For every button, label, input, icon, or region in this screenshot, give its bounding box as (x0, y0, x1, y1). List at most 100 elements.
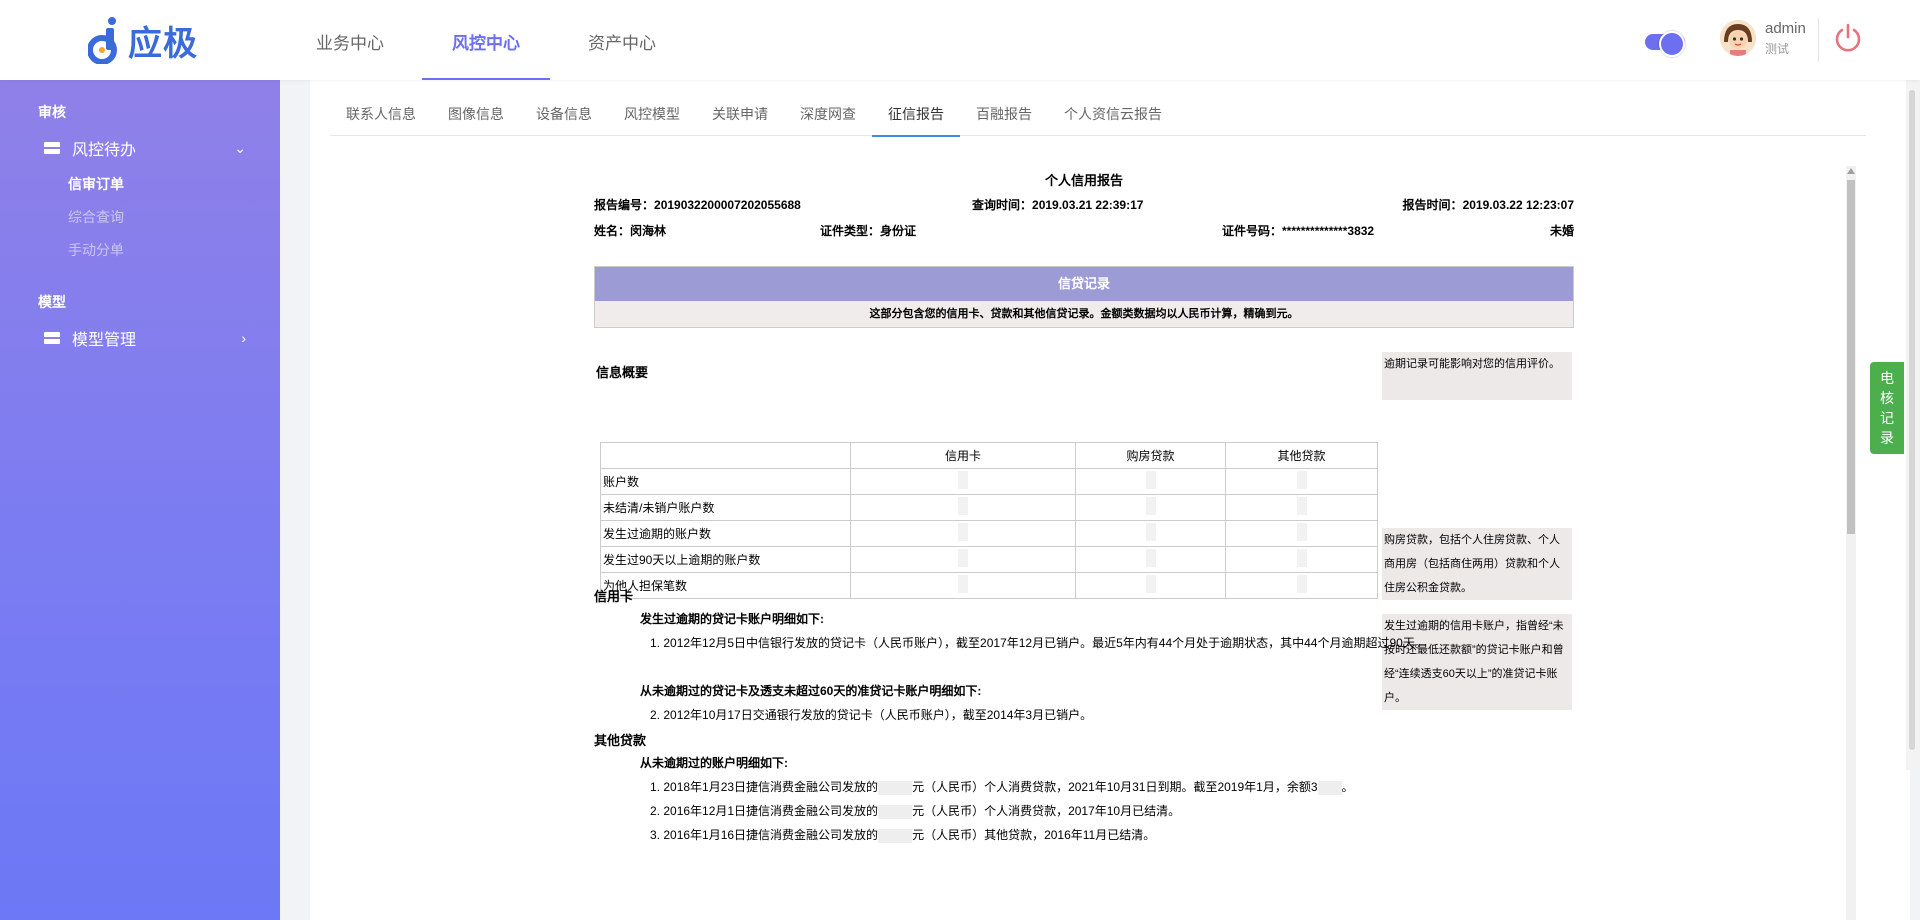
top-nav: 业务中心 风控中心 资产中心 (282, 0, 690, 80)
sidebar-group-model: 模型 (38, 294, 66, 310)
logo-text: 应极 (128, 23, 198, 64)
person-name: 姓名：闵海林 (594, 224, 667, 238)
scroll-up-icon[interactable] (1847, 168, 1855, 174)
sidebar-sub-manual-assign[interactable]: 手动分单 (68, 240, 124, 260)
theme-toggle[interactable] (1645, 31, 1685, 57)
loan-item: 3. 2016年1月16日捷信消费金融公司发放的 元（人民币）其他贷款，2016年… (650, 828, 1156, 843)
table-row: 未结清/未销户账户数 (600, 494, 1378, 521)
id-type: 证件类型：身份证 (820, 224, 917, 238)
credit-records-header: 信贷记录 这部分包含您的信用卡、贷款和其他信贷记录。金额类数据均以人民币计算，精… (594, 266, 1574, 328)
report-scrollbar[interactable] (1846, 166, 1856, 920)
tab-personal-credit-cloud[interactable]: 个人资信云报告 (1048, 94, 1178, 136)
header-divider (1818, 18, 1819, 62)
masked-value (1317, 780, 1342, 795)
credit-records-title: 信贷记录 (595, 267, 1573, 301)
masked-value (958, 471, 968, 489)
sidebar-group-review: 审核 (38, 104, 66, 120)
masked-value (1296, 549, 1307, 567)
nav-asset-center[interactable]: 资产中心 (554, 0, 690, 80)
table-header: 购房贷款 (1075, 442, 1226, 469)
tab-credit-report[interactable]: 征信报告 (872, 94, 960, 137)
table-icon (44, 142, 60, 154)
table-header: 信用卡 (850, 442, 1076, 469)
loan-item: 2. 2016年12月1日捷信消费金融公司发放的 元（人民币）个人消费贷款，201… (650, 804, 1181, 819)
summary-table: 信用卡 购房贷款 其他贷款 账户数 未结清/未销户账户数 发生过逾期的账户数 发… (600, 442, 1378, 599)
table-row: 为他人担保笔数 (600, 572, 1378, 599)
tab-images[interactable]: 图像信息 (432, 94, 520, 136)
masked-value (958, 497, 968, 515)
masked-value (1296, 523, 1307, 541)
sidebar: 审核 风控待办 ⌄ 信审订单 综合查询 手动分单 模型 模型管理 › (0, 80, 280, 920)
never-overdue-item: 2. 2012年10月17日交通银行发放的贷记卡（人民币账户），截至2014年3… (650, 708, 1093, 722)
masked-value (878, 828, 913, 843)
credit-records-desc: 这部分包含您的信用卡、贷款和其他信贷记录。金额类数据均以人民币计算，精确到元。 (595, 301, 1573, 327)
masked-value (1296, 497, 1307, 515)
masked-value (1296, 575, 1307, 593)
report-frame: 个人信用报告 报告编号：2019032200007202055688 查询时间：… (330, 166, 1856, 920)
page-scroll-thumb[interactable] (1909, 90, 1915, 750)
tab-contacts[interactable]: 联系人信息 (330, 94, 432, 136)
masked-value (878, 804, 913, 819)
masked-value (1296, 471, 1307, 489)
page-scrollbar[interactable] (1906, 80, 1918, 770)
overdue-card-item: 1. 2012年12月5日中信银行发放的贷记卡（人民币账户），截至2017年12… (650, 636, 1427, 650)
user-role: 测试 (1765, 42, 1790, 56)
loan-item: 1. 2018年1月23日捷信消费金融公司发放的 元（人民币）个人消费贷款，202… (650, 780, 1354, 795)
masked-value (878, 780, 913, 795)
table-icon (44, 332, 60, 344)
note-overdue-card: 发生过逾期的信用卡账户，指曾经“未按时还最低还款额”的贷记卡账户和曾经“连续透支… (1382, 614, 1572, 710)
tab-device[interactable]: 设备信息 (520, 94, 608, 136)
query-time: 查询时间：2019.03.21 22:39:17 (972, 198, 1144, 212)
chevron-down-icon: ⌄ (234, 139, 246, 156)
marital-status: 未婚 (1549, 224, 1574, 238)
scroll-thumb[interactable] (1847, 180, 1855, 534)
nav-risk-center[interactable]: 风控中心 (418, 0, 554, 80)
masked-value (958, 575, 968, 593)
masked-value (1145, 471, 1156, 489)
power-icon[interactable] (1832, 22, 1864, 54)
masked-value (958, 523, 968, 541)
table-row: 发生过逾期的账户数 (600, 520, 1378, 547)
other-loan-title: 其他贷款 (594, 733, 647, 748)
sidebar-item-risk-todo[interactable]: 风控待办 ⌄ (44, 133, 264, 163)
summary-title: 信息概要 (596, 365, 649, 380)
sidebar-item-model-management[interactable]: 模型管理 › (44, 323, 264, 353)
masked-value (1145, 523, 1156, 541)
report-number: 报告编号：2019032200007202055688 (594, 198, 801, 212)
app-logo[interactable]: 应极 (88, 14, 198, 66)
sidebar-item-label: 模型管理 (72, 332, 137, 349)
avatar[interactable] (1720, 20, 1756, 56)
chevron-right-icon: › (241, 330, 246, 346)
top-header: 应极 业务中心 风控中心 资产中心 admin 测试 (0, 0, 1920, 80)
credit-card-title: 信用卡 (594, 589, 634, 604)
masked-value (958, 549, 968, 567)
detail-tabs: 联系人信息 图像信息 设备信息 风控模型 关联申请 深度网查 征信报告 百融报告… (330, 94, 1866, 137)
table-row: 发生过90天以上逾期的账户数 (600, 546, 1378, 573)
avatar-icon (1720, 20, 1756, 56)
table-row: 账户数 (600, 468, 1378, 495)
report-time: 报告时间：2019.03.22 12:23:07 (1402, 198, 1574, 212)
masked-value (1145, 575, 1156, 593)
tab-related-apply[interactable]: 关联申请 (696, 94, 784, 136)
sidebar-item-label: 风控待办 (72, 142, 137, 159)
masked-value (1145, 497, 1156, 515)
user-name: admin (1765, 20, 1806, 37)
table-header: 其他贷款 (1225, 442, 1378, 469)
tab-risk-model[interactable]: 风控模型 (608, 94, 696, 136)
id-number: 证件号码：**************3832 (1222, 224, 1375, 238)
sidebar-sub-query[interactable]: 综合查询 (68, 207, 124, 227)
tab-bairong-report[interactable]: 百融报告 (960, 94, 1048, 136)
sidebar-sub-credit-order[interactable]: 信审订单 (68, 174, 124, 194)
content-card: 联系人信息 图像信息 设备信息 风控模型 关联申请 深度网查 征信报告 百融报告… (310, 80, 1910, 920)
masked-value (1145, 549, 1156, 567)
overdue-card-title: 发生过逾期的贷记卡账户明细如下: (640, 612, 824, 626)
note-housing-loan: 购房贷款，包括个人住房贷款、个人商用房（包括商住两用）贷款和个人住房公积金贷款。 (1382, 528, 1572, 600)
logo-icon (88, 17, 117, 64)
float-tab-label: 电核记录 (1880, 370, 1894, 446)
nav-business-center[interactable]: 业务中心 (282, 0, 418, 80)
table-header-empty (600, 442, 851, 469)
tab-deep-search[interactable]: 深度网查 (784, 94, 872, 136)
report-title: 个人信用报告 (1044, 173, 1123, 188)
never-overdue-title: 从未逾期过的贷记卡及透支未超过60天的准贷记卡账户明细如下: (640, 684, 982, 698)
call-record-tab[interactable]: 电核记录 (1870, 362, 1904, 454)
